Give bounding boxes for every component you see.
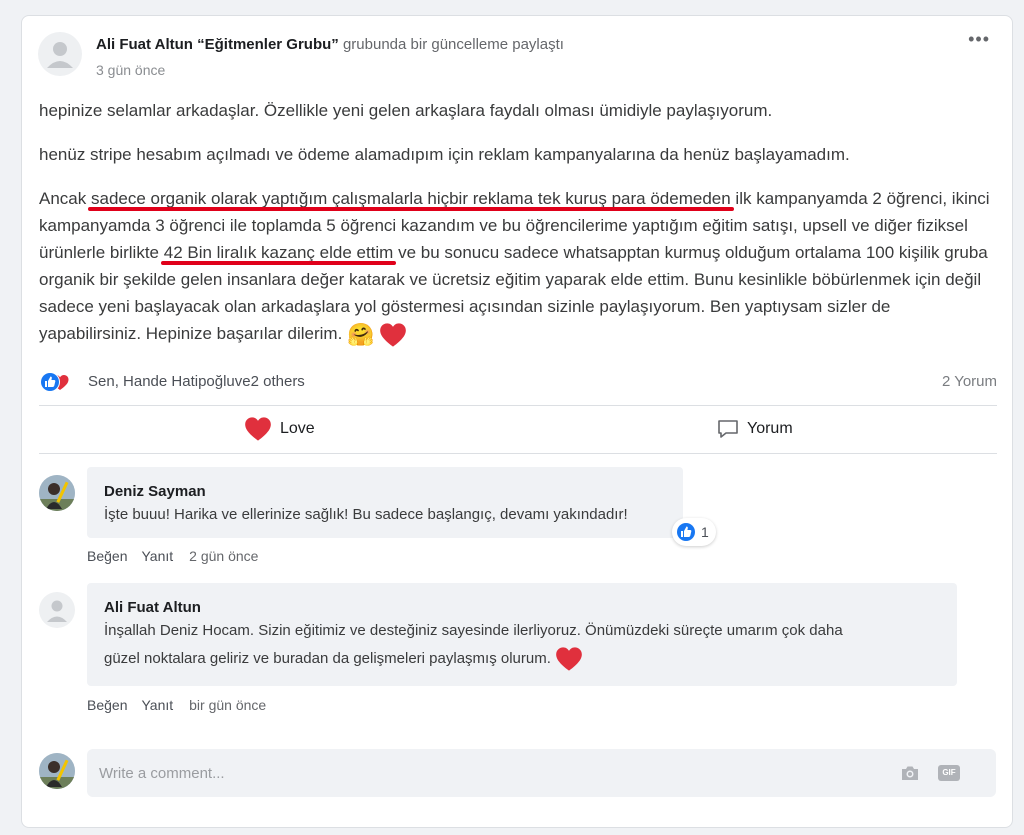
current-user-avatar[interactable] <box>39 753 75 789</box>
activity-card: Ali Fuat Altun “Eğitmenler Grubu” grubun… <box>21 15 1013 828</box>
author-avatar[interactable] <box>38 32 82 76</box>
reply-button[interactable]: Yanıt <box>141 697 173 713</box>
post-header: Ali Fuat Altun “Eğitmenler Grubu” grubun… <box>96 36 564 53</box>
underlined-highlight-1: sadece organik olarak yaptığım çalışmala… <box>90 189 731 208</box>
author-name[interactable]: Ali Fuat Altun <box>96 36 193 53</box>
divider-bottom <box>39 453 997 454</box>
heart-icon <box>556 647 582 671</box>
love-label: Love <box>280 420 315 437</box>
post-paragraph-1: hepinize selamlar arkadaşlar. Özellikle … <box>39 101 773 120</box>
comment-bubble-2: Ali Fuat Altun İnşallah Deniz Hocam. Siz… <box>87 583 957 686</box>
default-avatar-icon <box>47 42 73 68</box>
comment-text-line-2-body: güzel noktalara geliriz ve buradan da ge… <box>104 650 551 667</box>
divider-top <box>39 405 997 406</box>
commenter-avatar[interactable] <box>39 592 75 628</box>
comment-author[interactable]: Ali Fuat Altun <box>104 599 201 616</box>
like-icon <box>677 523 695 541</box>
heart-icon <box>380 322 407 347</box>
comment-count[interactable]: 2 Yorum <box>942 373 997 390</box>
commenter-avatar[interactable] <box>39 475 75 511</box>
default-avatar-icon <box>47 600 67 622</box>
post-paragraph-2: henüz stripe hesabım açılmadı ve ödeme a… <box>39 145 850 164</box>
comment-text: İnşallah Deniz Hocam. Sizin eğitimiz ve … <box>104 617 949 673</box>
more-options-icon[interactable]: ••• <box>968 29 990 50</box>
comment-composer: GIF <box>87 749 996 797</box>
group-name[interactable]: “Eğitmenler Grubu” <box>197 36 339 53</box>
like-comment-button[interactable]: Beğen <box>87 548 127 564</box>
reply-button[interactable]: Yanıt <box>141 548 173 564</box>
comment-bubble-icon <box>718 420 738 438</box>
activity-description: grubunda bir güncelleme paylaştı <box>342 36 564 53</box>
comment-button[interactable]: Yorum <box>717 414 793 444</box>
like-comment-button[interactable]: Beğen <box>87 697 127 713</box>
comment-time[interactable]: bir gün önce <box>189 697 266 713</box>
heart-icon <box>245 417 271 441</box>
like-love-reactions-icon <box>40 372 70 392</box>
comment-bubble-1: Deniz Sayman İşte buuu! Harika ve elleri… <box>87 467 683 538</box>
hugging-face-emoji: 🤗 <box>347 322 375 348</box>
underlined-highlight-2: 42 Bin liralık kazanç elde ettim <box>163 243 394 262</box>
gif-icon[interactable]: GIF <box>938 765 960 781</box>
post-timestamp[interactable]: 3 gün önce <box>96 62 165 78</box>
reaction-icons[interactable] <box>39 371 83 393</box>
comment-actions-2: Beğen Yanıt bir gün önce <box>87 697 280 713</box>
reaction-names[interactable]: Sen, Hande Hatipoğluve2 others <box>88 373 305 390</box>
comment-author[interactable]: Deniz Sayman <box>104 483 206 500</box>
camera-icon[interactable] <box>900 764 920 782</box>
post-paragraph-3: Ancak sadece organik olarak yaptığım çal… <box>39 185 997 348</box>
comment-time[interactable]: 2 gün önce <box>189 548 258 564</box>
comment-text: İşte buuu! Harika ve ellerinize sağlık! … <box>104 506 628 523</box>
user-photo-icon <box>39 753 75 789</box>
comment-input[interactable] <box>99 761 879 785</box>
comment-actions-1: Beğen Yanıt 2 gün önce <box>87 548 272 564</box>
comment-label: Yorum <box>747 420 793 437</box>
comment-like-badge[interactable]: 1 <box>672 518 716 546</box>
reactions-summary: Sen, Hande Hatipoğluve2 others 2 Yorum <box>39 370 997 394</box>
love-button[interactable]: Love <box>244 414 315 444</box>
comment-text-line-2: güzel noktalara geliriz ve buradan da ge… <box>104 645 949 673</box>
para3-part-a: Ancak <box>39 189 91 208</box>
like-count: 1 <box>701 524 709 540</box>
comment-text-line-1: İnşallah Deniz Hocam. Sizin eğitimiz ve … <box>104 622 843 639</box>
user-photo-icon <box>39 475 75 511</box>
